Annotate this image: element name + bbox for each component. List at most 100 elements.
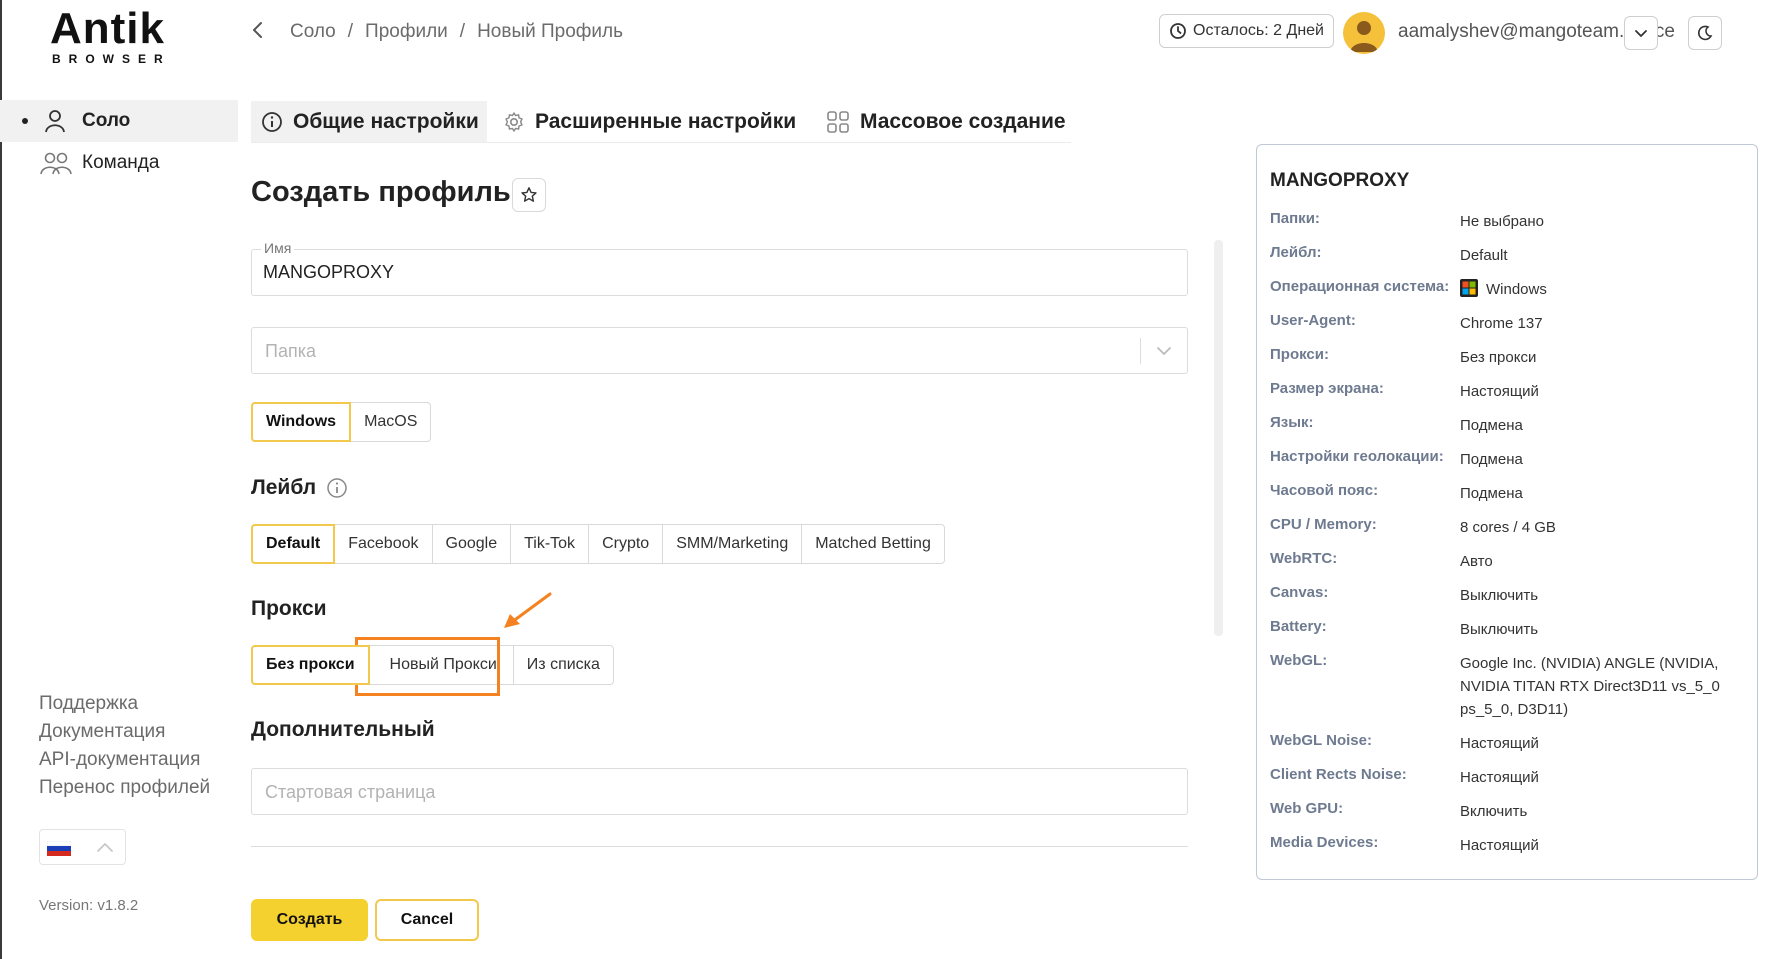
theme-toggle-button[interactable] [1688,16,1722,50]
proxy-section-title: Прокси [251,597,327,620]
label-option-google[interactable]: Google [431,524,512,564]
summary-value: Chrome 137 [1460,315,1543,332]
summary-key: Лейбл: [1270,244,1322,261]
summary-key: Media Devices: [1270,834,1379,851]
summary-key: Client Rects Noise: [1270,766,1407,783]
user-icon [45,110,65,133]
trial-text: Осталось: 2 Дней [1193,22,1324,39]
profile-summary-panel: MANGOPROXY Папки: Не выбрано Лейбл: Defa… [1256,144,1758,880]
version-text: Version: v1.8.2 [39,897,139,914]
support-link[interactable]: Поддержка [39,690,210,718]
info-icon [262,112,282,132]
summary-row: User-Agent: Chrome 137 [1270,312,1750,335]
tab-general-settings[interactable]: Общие настройки [251,101,487,143]
summary-value: Выключить [1460,587,1539,604]
back-arrow-icon[interactable] [246,18,270,42]
summary-value: Настоящий [1460,769,1539,786]
timer-icon [1170,23,1186,39]
os-option-windows[interactable]: Windows [251,402,352,442]
summary-key: Настройки геолокации: [1270,448,1444,465]
user-menu-button[interactable] [1624,16,1658,50]
tab-advanced-settings[interactable]: Расширенные настройки [503,101,796,143]
summary-key: WebGL: [1270,652,1328,669]
favorite-button[interactable] [512,178,546,212]
folder-select[interactable]: Папка [251,327,1188,374]
moon-icon [1698,25,1713,41]
language-selector[interactable] [39,829,126,865]
summary-row: Media Devices: Настоящий [1270,834,1750,857]
proxy-option-none[interactable]: Без прокси [251,645,370,685]
start-page-input[interactable]: Стартовая страница [251,768,1188,815]
team-icon [40,152,72,175]
avatar[interactable] [1343,12,1385,54]
name-field[interactable]: Имя MANGOPROXY [251,240,1188,296]
summary-row: Часовой пояс: Подмена [1270,482,1750,505]
summary-value: Подмена [1460,451,1523,468]
create-button[interactable]: Создать [251,899,368,941]
cancel-button[interactable]: Cancel [375,899,479,941]
summary-value: Включить [1460,803,1528,820]
os-option-macos[interactable]: MacOS [350,402,432,442]
summary-title: MANGOPROXY [1270,170,1410,191]
label-option-crypto[interactable]: Crypto [588,524,664,564]
highlight-box [355,637,500,696]
summary-key: Battery: [1270,618,1327,635]
sidebar-item-label: Команда [82,152,160,173]
scrollbar[interactable] [1214,240,1223,636]
next-field-edge [251,846,1188,847]
arrow-annotation-icon [504,592,552,628]
label-section: Лейбл [251,476,348,500]
tabs-divider [251,142,1071,143]
proxy-option-from-list[interactable]: Из списка [512,645,614,685]
chevron-down-icon [1157,347,1171,355]
windows-logo-icon [1460,279,1478,297]
summary-row: Папки: Не выбрано [1270,210,1750,233]
summary-row: Размер экрана: Настоящий [1270,380,1750,403]
label-option-matched-betting[interactable]: Matched Betting [801,524,945,564]
tab-label: Массовое создание [860,110,1066,133]
summary-row: Canvas: Выключить [1270,584,1750,607]
summary-row: WebRTC: Авто [1270,550,1750,573]
documentation-link[interactable]: Документация [39,718,210,746]
summary-row: WebGL Noise: Настоящий [1270,732,1750,755]
logo: Antik [50,4,165,53]
summary-row: CPU / Memory: 8 cores / 4 GB [1270,516,1750,539]
summary-key: CPU / Memory: [1270,516,1377,533]
label-option-tiktok[interactable]: Tik-Tok [510,524,590,564]
label-option-default[interactable]: Default [251,524,336,564]
summary-value: Настоящий [1460,837,1539,854]
label-option-facebook[interactable]: Facebook [334,524,433,564]
summary-row: Client Rects Noise: Настоящий [1270,766,1750,789]
star-icon [521,187,537,202]
chevron-down-icon [1635,30,1647,37]
page-title: Создать профиль [251,176,511,208]
select-divider [1140,338,1141,364]
summary-value: Подмена [1460,485,1523,502]
summary-value: 8 cores / 4 GB [1460,519,1556,536]
breadcrumb-profiles[interactable]: Профили [365,21,448,43]
summary-key: User-Agent: [1270,312,1356,329]
sidebar-item-solo[interactable]: Соло [0,100,238,142]
breadcrumb-solo[interactable]: Соло [290,21,336,43]
summary-row: WebGL: Google Inc. (NVIDIA) ANGLE (NVIDI… [1270,652,1750,721]
breadcrumb-separator: / [347,21,354,42]
summary-key: WebGL Noise: [1270,732,1372,749]
tab-label: Расширенные настройки [535,110,797,133]
label-option-smm[interactable]: SMM/Marketing [662,524,803,564]
name-field-label: Имя [261,240,295,256]
summary-row: Настройки геолокации: Подмена [1270,448,1750,471]
summary-key: Прокси: [1270,346,1329,363]
summary-value: Default [1460,247,1508,264]
tab-bulk-create[interactable]: Массовое создание [826,101,1066,143]
sidebar-item-team[interactable]: Команда [0,142,238,184]
sidebar-links: Поддержка Документация API-документация … [39,690,210,802]
summary-value: Настоящий [1460,735,1539,752]
summary-key: Язык: [1270,414,1314,431]
active-dot [22,118,28,124]
tab-label: Общие настройки [293,110,479,133]
api-docs-link[interactable]: API-документация [39,746,210,774]
name-field-value: MANGOPROXY [263,262,395,282]
info-icon[interactable] [326,477,348,499]
summary-key: Часовой пояс: [1270,482,1379,499]
transfer-profiles-link[interactable]: Перенос профилей [39,774,210,802]
